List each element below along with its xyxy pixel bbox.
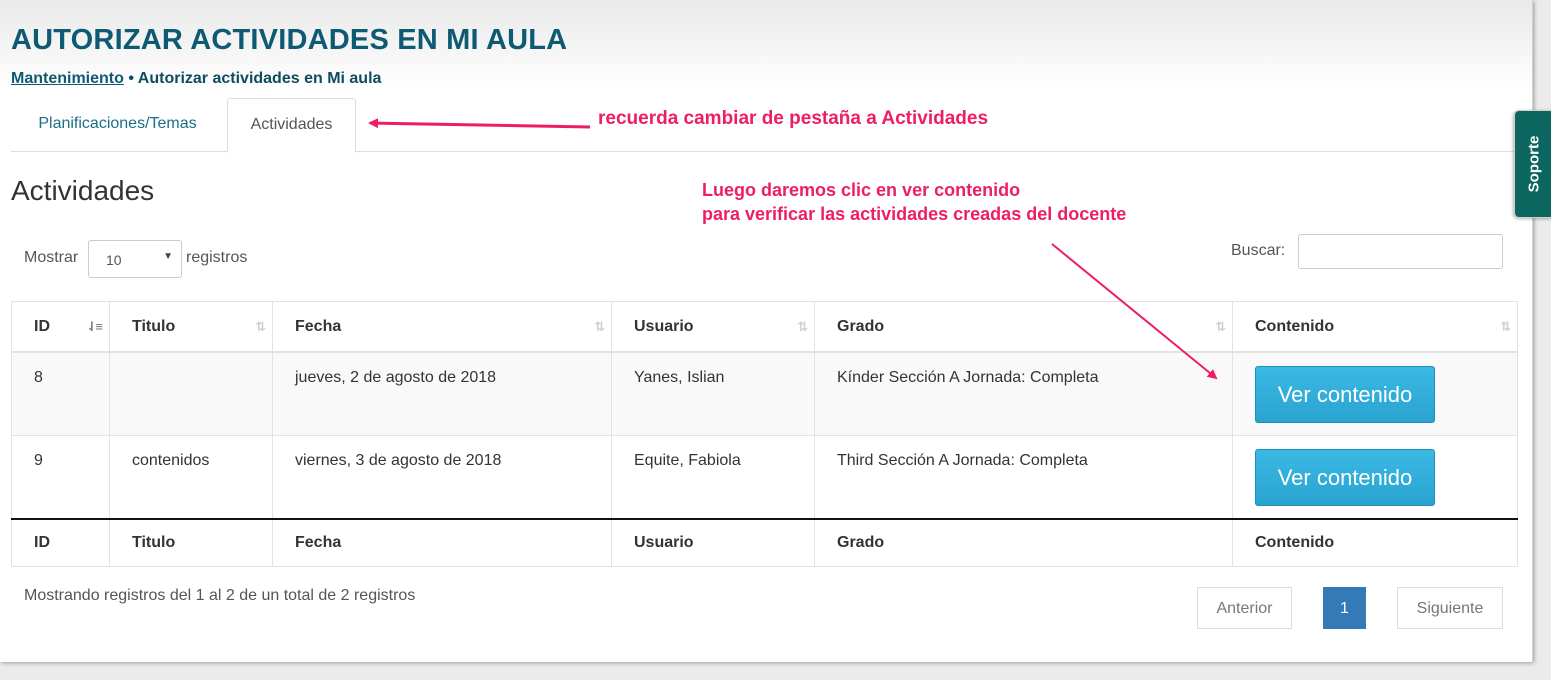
column-header-grado[interactable]: Grado ⇅ <box>814 301 1233 353</box>
section-title: Actividades <box>11 175 155 206</box>
pagination-next-button[interactable]: Siguiente <box>1397 587 1503 629</box>
cell-titulo <box>109 351 273 436</box>
cell-id: 8 <box>11 351 110 436</box>
main-panel: AUTORIZAR ACTIVIDADES EN MI AULA Manteni… <box>0 0 1533 662</box>
cell-usuario: Yanes, Islian <box>611 351 815 436</box>
breadcrumb: Mantenimiento • Autorizar actividades en… <box>11 70 381 88</box>
table-header-row: ID ⇃≡ Titulo ⇅ Fecha ⇅ Usuario ⇅ Grado ⇅ Cont… <box>11 301 1518 353</box>
column-header-id[interactable]: ID ⇃≡ <box>11 301 110 353</box>
cell-grado: Kínder Sección A Jornada: Completa <box>814 351 1233 436</box>
footer-id: ID <box>11 518 110 567</box>
table-info: Mostrando registros del 1 al 2 de un tot… <box>24 587 416 604</box>
length-select[interactable]: 10 ▼ <box>88 240 182 278</box>
tab-planificaciones[interactable]: Planificaciones/Temas <box>11 98 224 150</box>
breadcrumb-link-mantenimiento[interactable]: Mantenimiento <box>11 70 124 87</box>
search-label: Buscar: <box>1231 242 1286 259</box>
ver-contenido-button[interactable]: Ver contenido <box>1255 366 1435 423</box>
column-header-usuario[interactable]: Usuario ⇅ <box>611 301 815 353</box>
cell-id: 9 <box>11 435 110 520</box>
annotation-button-hint-line2: para verificar las actividades creadas d… <box>702 204 1127 224</box>
footer-contenido: Contenido <box>1232 518 1518 567</box>
tab-actividades[interactable]: Actividades <box>227 98 356 153</box>
breadcrumb-separator: • <box>123 70 138 87</box>
cell-contenido: Ver contenido <box>1232 435 1518 520</box>
sort-both-icon: ⇅ <box>1215 319 1226 334</box>
table-row: 9 contenidos viernes, 3 de agosto de 201… <box>11 435 1518 520</box>
search-input[interactable] <box>1298 234 1503 269</box>
breadcrumb-current: Autorizar actividades en Mi aula <box>137 70 382 87</box>
sort-both-icon: ⇅ <box>1500 319 1511 334</box>
column-header-titulo[interactable]: Titulo ⇅ <box>109 301 273 353</box>
chevron-down-icon: ▼ <box>163 251 173 262</box>
footer-fecha: Fecha <box>272 518 612 567</box>
table-row: 8 jueves, 2 de agosto de 2018 Yanes, Isl… <box>11 351 1518 436</box>
support-tab-label: Soporte <box>1525 135 1542 193</box>
cell-fecha: viernes, 3 de agosto de 2018 <box>272 435 612 520</box>
column-header-contenido[interactable]: Contenido ⇅ <box>1232 301 1518 353</box>
cell-usuario: Equite, Fabiola <box>611 435 815 520</box>
activities-table: ID ⇃≡ Titulo ⇅ Fecha ⇅ Usuario ⇅ Grado ⇅ Cont… <box>11 301 1518 567</box>
length-prefix-label: Mostrar <box>24 249 79 266</box>
length-suffix-label: registros <box>186 249 248 266</box>
table-footer-row: ID Titulo Fecha Usuario Grado Contenido <box>11 518 1518 567</box>
length-select-value: 10 <box>106 252 122 268</box>
annotation-tab-hint: recuerda cambiar de pestaña a Actividade… <box>598 108 989 129</box>
sort-both-icon: ⇅ <box>797 319 808 334</box>
pagination-page-button[interactable]: 1 <box>1323 587 1366 629</box>
footer-grado: Grado <box>814 518 1233 567</box>
sort-asc-icon: ⇃≡ <box>86 319 104 334</box>
ver-contenido-button[interactable]: Ver contenido <box>1255 449 1435 506</box>
support-tab[interactable]: Soporte <box>1514 110 1551 218</box>
cell-fecha: jueves, 2 de agosto de 2018 <box>272 351 612 436</box>
cell-contenido: Ver contenido <box>1232 351 1518 436</box>
column-header-fecha[interactable]: Fecha ⇅ <box>272 301 612 353</box>
footer-usuario: Usuario <box>611 518 815 567</box>
cell-titulo: contenidos <box>109 435 273 520</box>
cell-grado: Third Sección A Jornada: Completa <box>814 435 1233 520</box>
sort-both-icon: ⇅ <box>255 319 266 334</box>
footer-titulo: Titulo <box>109 518 273 567</box>
pagination-prev-button[interactable]: Anterior <box>1197 587 1292 629</box>
page-title: AUTORIZAR ACTIVIDADES EN MI AULA <box>11 24 568 56</box>
sort-both-icon: ⇅ <box>594 319 605 334</box>
annotation-button-hint: Luego daremos clic en ver contenido para… <box>702 178 1126 226</box>
annotation-button-hint-line1: Luego daremos clic en ver contenido <box>702 180 1021 200</box>
